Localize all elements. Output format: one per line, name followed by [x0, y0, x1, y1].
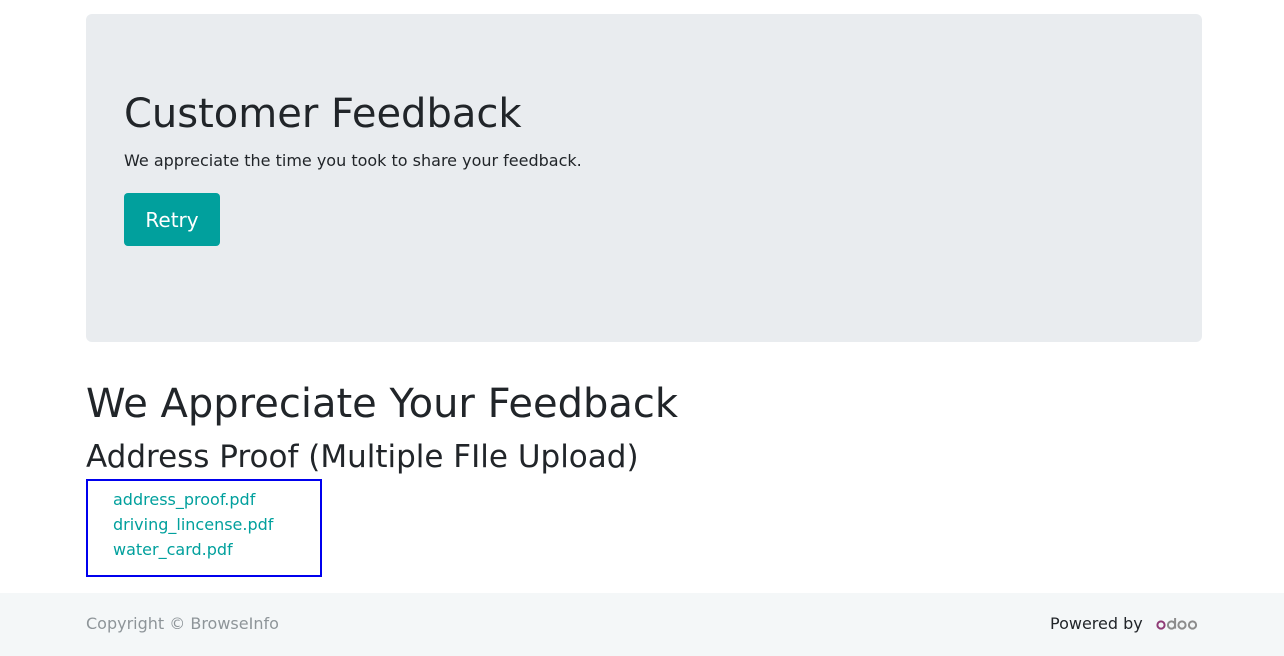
powered-by-text: Powered by: [1050, 614, 1143, 633]
upload-section-title: Address Proof (Multiple FIle Upload): [86, 439, 639, 475]
feedback-title: Customer Feedback: [124, 91, 522, 137]
file-link-address-proof[interactable]: address_proof.pdf: [113, 489, 255, 511]
feedback-subtitle: We appreciate the time you took to share…: [124, 151, 582, 170]
feedback-panel: Customer Feedback We appreciate the time…: [86, 14, 1202, 342]
page-heading: We Appreciate Your Feedback: [86, 381, 679, 427]
odoo-logo-icon[interactable]: [1156, 617, 1198, 631]
retry-button[interactable]: Retry: [124, 193, 220, 246]
file-link-driving-license[interactable]: driving_lincense.pdf: [113, 514, 273, 536]
copyright-text: Copyright © BrowseInfo: [86, 614, 279, 633]
footer: Copyright © BrowseInfo Powered by: [0, 593, 1284, 656]
uploaded-files-list: address_proof.pdf driving_lincense.pdf w…: [86, 479, 322, 577]
file-link-water-card[interactable]: water_card.pdf: [113, 539, 233, 561]
